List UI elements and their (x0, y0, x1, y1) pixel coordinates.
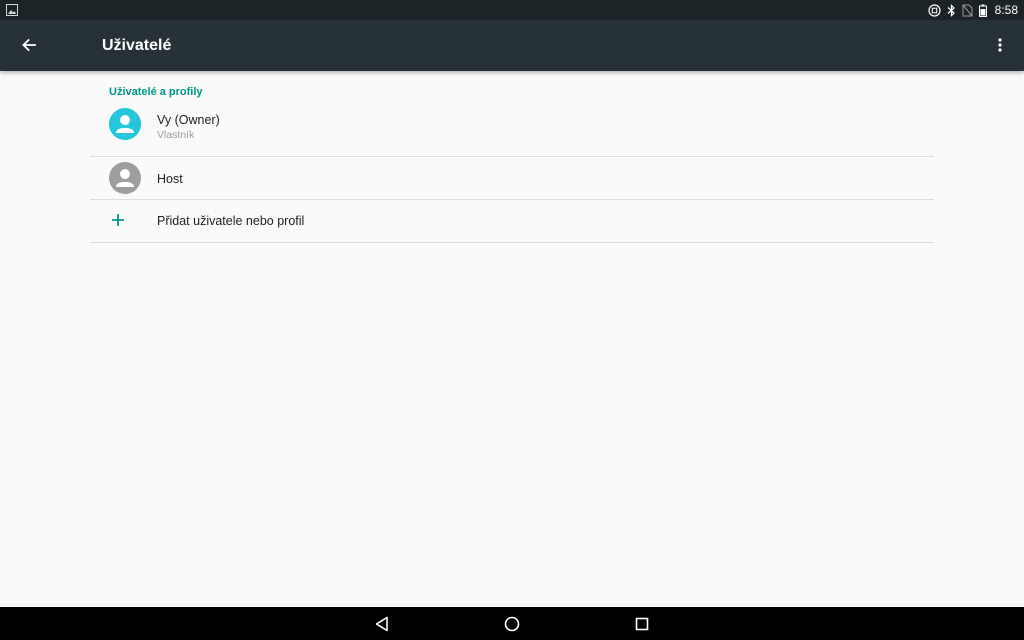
arrow-back-icon (22, 38, 36, 52)
status-clock: 8:58 (994, 3, 1018, 17)
nav-home-button[interactable] (500, 612, 524, 636)
app-bar: Uživatelé (0, 20, 1024, 71)
user-row-owner[interactable]: Vy (Owner) Vlastník (90, 106, 934, 157)
user-name: Host (157, 172, 183, 186)
no-sim-icon (962, 4, 973, 17)
users-list: Uživatelé a profily Vy (Owner) Vlastník … (90, 71, 934, 243)
add-user-label: Přidat uživatele nebo profil (157, 214, 305, 228)
recents-icon (635, 617, 649, 631)
bluetooth-icon (947, 3, 956, 17)
plus-icon (112, 214, 124, 226)
overflow-menu-button[interactable] (988, 28, 1012, 62)
user-name: Vy (Owner) (157, 113, 220, 127)
more-vert-icon (998, 38, 1002, 52)
person-avatar-icon (109, 162, 141, 194)
back-icon (375, 616, 388, 632)
image-notification-icon (6, 3, 20, 17)
home-icon (504, 616, 520, 632)
navigation-bar (0, 607, 1024, 640)
sync-icon (928, 3, 941, 17)
section-header: Uživatelé a profily (109, 86, 203, 98)
nav-recents-button[interactable] (630, 612, 654, 636)
add-user-button[interactable]: Přidat uživatele nebo profil (90, 200, 934, 243)
person-avatar-icon (109, 108, 141, 140)
status-bar: 8:58 (0, 0, 1024, 20)
user-role: Vlastník (157, 129, 195, 141)
user-row-guest[interactable]: Host (90, 157, 934, 200)
nav-back-button[interactable] (370, 612, 394, 636)
battery-icon (978, 4, 987, 17)
back-button[interactable] (12, 28, 46, 62)
page-title: Uživatelé (102, 37, 172, 54)
